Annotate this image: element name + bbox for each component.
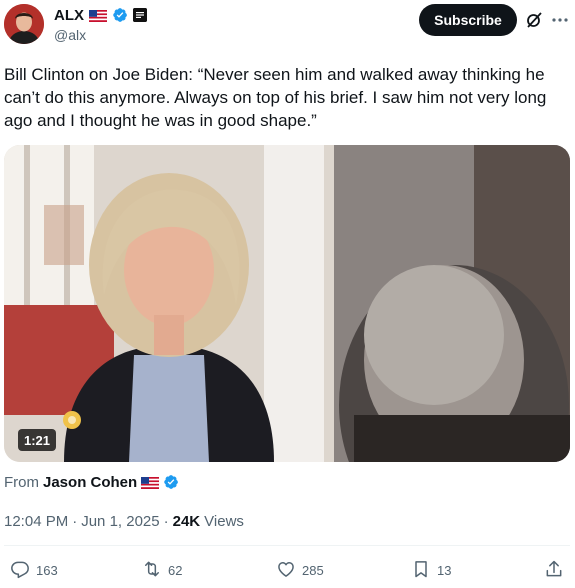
divider: [4, 545, 570, 546]
tweet-time[interactable]: 12:04 PM: [4, 513, 68, 530]
reply-button[interactable]: 163: [10, 556, 58, 584]
action-bar: 163 62 285 13: [0, 556, 575, 584]
subscribe-button[interactable]: Subscribe: [419, 4, 517, 36]
us-flag-icon: [141, 476, 160, 489]
views-count: 24K: [172, 512, 201, 530]
share-icon: [544, 559, 564, 582]
from-author-link[interactable]: Jason Cohen: [43, 474, 137, 491]
verified-icon: [112, 7, 128, 23]
from-attribution: From Jason Cohen: [4, 472, 179, 492]
more-icon[interactable]: [551, 11, 569, 29]
like-count: 285: [302, 562, 324, 578]
name-row: ALX: [54, 5, 147, 25]
bookmark-icon: [411, 559, 431, 582]
reply-count: 163: [36, 562, 58, 578]
bookmark-button[interactable]: 13: [411, 556, 451, 584]
display-name[interactable]: ALX: [54, 7, 84, 24]
from-label: From: [4, 473, 39, 491]
repost-button[interactable]: 62: [142, 556, 182, 584]
views-label: Views: [204, 512, 244, 530]
tweet-text: Bill Clinton on Joe Biden: “Never seen h…: [4, 65, 547, 130]
meta-separator: ·: [72, 512, 78, 530]
grok-icon[interactable]: [525, 11, 543, 29]
tweet-card: ALX @alx Subscribe Bill Clinton on Joe B…: [0, 0, 575, 588]
repost-count: 62: [168, 562, 183, 578]
repost-icon: [142, 559, 162, 582]
tweet-date[interactable]: Jun 1, 2025: [81, 513, 159, 530]
like-icon: [276, 559, 296, 582]
video-frame: [4, 145, 570, 462]
share-button[interactable]: [544, 556, 564, 584]
us-flag-icon: [89, 9, 107, 22]
video-player[interactable]: 1:21: [4, 145, 570, 462]
like-button[interactable]: 285: [276, 556, 324, 584]
handle[interactable]: @alx: [54, 27, 86, 43]
bookmark-count: 13: [437, 562, 452, 578]
verified-icon: [163, 474, 179, 490]
reply-icon: [10, 559, 30, 582]
tweet-header: ALX @alx Subscribe: [0, 0, 575, 50]
tweet-meta: 12:04 PM · Jun 1, 2025 · 24K Views: [4, 511, 244, 531]
video-duration: 1:21: [18, 429, 57, 451]
affiliate-badge-icon[interactable]: [133, 8, 147, 22]
meta-separator: ·: [163, 512, 169, 530]
avatar[interactable]: [4, 4, 44, 44]
